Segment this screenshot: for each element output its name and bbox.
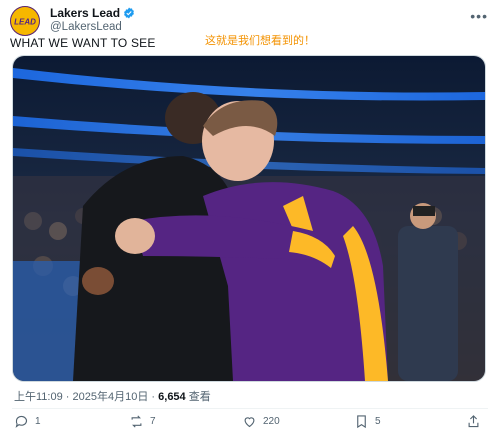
reply-icon [15,415,28,428]
overlay-caption: 这就是我们想看到的！ [205,35,315,47]
bookmark-button[interactable]: 5 [354,414,381,429]
bookmark-icon [357,415,366,429]
handle[interactable]: @LakersLead [50,20,135,34]
share-icon [468,415,479,428]
tweet-header: LEAD Lakers Lead @LakersLead ••• [10,6,490,36]
action-bar: 1 7 220 5 [14,414,488,434]
photo-hug-scene [13,56,485,381]
heart-icon [244,417,255,428]
repost-button[interactable]: 7 [129,414,156,429]
verified-badge-icon [124,7,134,19]
meta-separator: · [65,391,70,403]
tweet-media-photo[interactable] [12,55,486,382]
lakers-lead-logo: LEAD [11,7,39,35]
share-button[interactable] [466,414,481,429]
repost-icon [131,415,142,428]
repost-count: 7 [150,416,156,427]
reply-button[interactable]: 1 [14,414,41,429]
author-name-row[interactable]: Lakers Lead [50,6,135,20]
display-name[interactable]: Lakers Lead [50,6,120,20]
like-count: 220 [263,416,280,427]
like-button[interactable]: 220 [242,414,280,429]
meta-separator-2: · [151,391,156,403]
avatar[interactable]: LEAD [10,6,40,36]
reply-count: 1 [35,416,41,427]
more-options-icon[interactable]: ••• [470,8,488,24]
divider [12,408,488,409]
tweet-meta: 上午11:09 · 2025年4月10日 · 6,654 查看 [14,388,211,404]
tweet-date[interactable]: 2025年4月10日 [73,391,149,403]
views-label: 查看 [188,391,211,403]
views-count: 6,654 [158,391,186,403]
author-names: Lakers Lead @LakersLead [50,6,135,34]
tweet-time[interactable]: 上午11:09 [14,391,63,403]
tweet-text: WHAT WE WANT TO SEE [10,36,156,50]
bookmark-count: 5 [375,416,381,427]
svg-text:LEAD: LEAD [14,18,36,27]
